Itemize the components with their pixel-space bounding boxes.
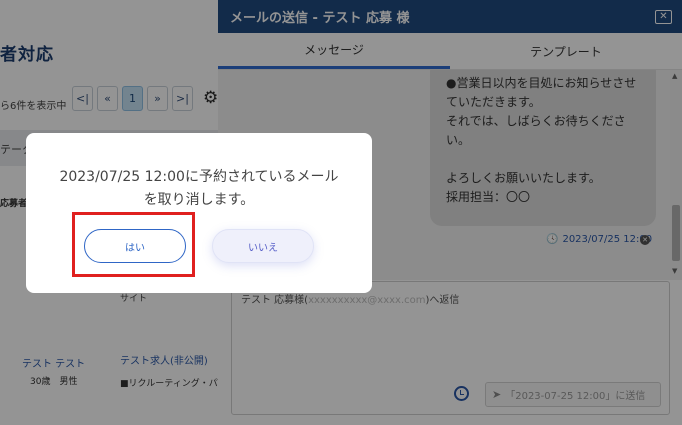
no-button[interactable]: いいえ bbox=[212, 229, 314, 263]
highlight-box bbox=[72, 212, 195, 277]
dialog-message-line2: を取り消します。 bbox=[143, 192, 255, 208]
dialog-message-line1: 2023/07/25 12:00に予約されているメール bbox=[59, 169, 339, 185]
dialog-message: 2023/07/25 12:00に予約されているメール を取り消します。 bbox=[26, 166, 372, 212]
